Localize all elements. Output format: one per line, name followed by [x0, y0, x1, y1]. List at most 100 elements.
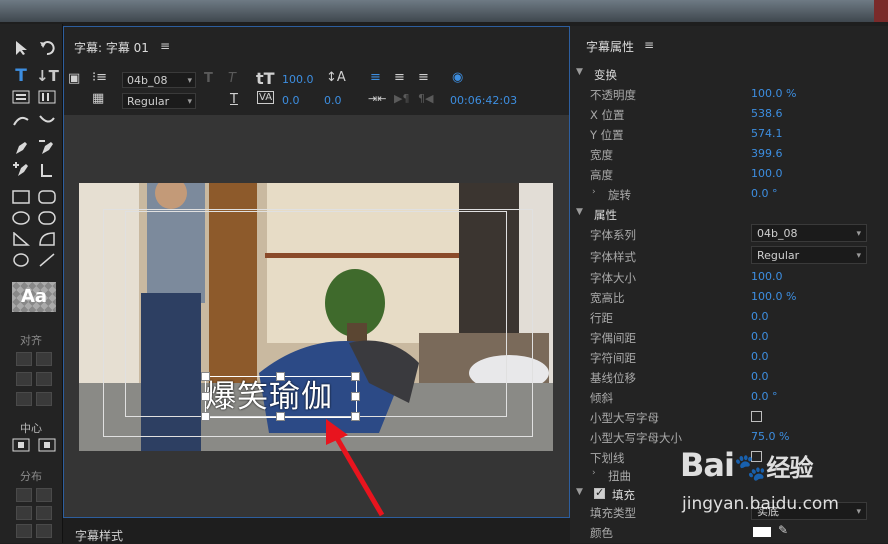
leading-value[interactable]: 0.0 [751, 310, 769, 323]
font-size-value[interactable]: 100.0 [282, 73, 314, 86]
align-center-h-button[interactable] [16, 372, 32, 386]
chevron-down-icon: ▾ [856, 251, 861, 261]
rotate-tool-icon[interactable] [36, 38, 58, 58]
vertical-path-type-tool-icon[interactable] [36, 110, 58, 130]
font-size-prop-value[interactable]: 100.0 [751, 270, 783, 283]
kerning-prop-value[interactable]: 0.0 [751, 330, 769, 343]
next-frame-icon[interactable]: ¶◀ [418, 92, 433, 105]
align-top-button[interactable] [36, 352, 52, 366]
width-value[interactable]: 399.6 [751, 147, 783, 160]
underline-icon[interactable]: T [230, 92, 238, 107]
tracking-prop-value[interactable]: 0.0 [751, 350, 769, 363]
opacity-row: 不透明度 100.0 % [570, 84, 888, 104]
slant-label: 倾斜 [590, 391, 613, 405]
aspect-value[interactable]: 100.0 % [751, 290, 796, 303]
distribute-right-button[interactable] [16, 524, 32, 538]
font-family-dropdown-value: 04b_08 [757, 227, 798, 240]
kerning-value[interactable]: 0.0 [324, 94, 342, 107]
align-center-v-button[interactable] [36, 372, 52, 386]
convert-anchor-tool-icon[interactable] [36, 160, 58, 180]
center-vertical-icon[interactable] [36, 436, 58, 456]
style-preview: Aa [12, 282, 56, 312]
panel-menu-icon[interactable]: ≡ [644, 38, 654, 52]
font-family-dropdown[interactable]: 04b_08 ▾ [751, 224, 867, 242]
pen-tool-icon[interactable] [10, 138, 32, 158]
rectangle-tool-icon[interactable] [10, 188, 32, 208]
distribute-label: 分布 [20, 470, 42, 483]
bold-icon[interactable]: T [204, 71, 213, 86]
wedge-tool-icon[interactable] [10, 230, 32, 250]
kerning-row: 字偶间距 0.0 [570, 327, 888, 347]
x-position-value[interactable]: 538.6 [751, 107, 783, 120]
distribute-middle-button[interactable] [36, 506, 52, 520]
selection-tool-icon[interactable] [10, 38, 32, 58]
font-style-select[interactable]: Regular ▾ [122, 93, 196, 109]
arc-tool-icon[interactable] [36, 230, 58, 250]
clipped-rectangle-tool-icon[interactable] [10, 209, 32, 229]
tracking-value[interactable]: 0.0 [282, 94, 300, 107]
rounded-corner-tool-icon[interactable] [36, 209, 58, 229]
baseline-value[interactable]: 0.0 [751, 370, 769, 383]
title-styles-label: 字幕样式 [75, 529, 124, 543]
height-row: 高度 100.0 [570, 164, 888, 184]
line-tool-icon[interactable] [36, 251, 58, 271]
align-right-text-icon[interactable]: ≡ [418, 70, 429, 85]
attributes-section[interactable]: ▼ 属性 [570, 204, 888, 224]
center-horizontal-icon[interactable] [10, 436, 32, 456]
roll-crawl-icon[interactable]: ▣ [68, 71, 80, 86]
align-right-button[interactable] [16, 392, 32, 406]
small-caps-size-value[interactable]: 75.0 % [751, 430, 789, 443]
area-type-tool-icon[interactable] [10, 88, 32, 108]
opacity-value[interactable]: 100.0 % [751, 87, 796, 100]
distribute-center-button[interactable] [16, 506, 32, 520]
aspect-row: 宽高比 100.0 % [570, 287, 888, 307]
fill-color-swatch[interactable] [753, 527, 771, 537]
slant-value[interactable]: 0.0 ° [751, 390, 778, 403]
font-family-value: 04b_08 [127, 74, 168, 87]
height-value[interactable]: 100.0 [751, 167, 783, 180]
title-styles-tab[interactable]: 字幕样式 [63, 520, 568, 543]
align-center-text-icon[interactable]: ≡ [394, 70, 405, 85]
font-style-row: 字体样式 Regular ▾ [570, 246, 888, 266]
type-tool-icon[interactable]: T [10, 66, 32, 86]
close-strip[interactable] [874, 0, 888, 22]
align-left-text-icon[interactable]: ≡ [370, 70, 381, 85]
ellipse-tool-icon[interactable] [10, 251, 32, 271]
vertical-type-tool-icon[interactable]: ↓T [36, 66, 59, 86]
template-icon[interactable]: ▦ [92, 91, 104, 106]
transform-section[interactable]: ▼ 变换 [570, 64, 888, 84]
chevron-down-icon: ▾ [187, 97, 192, 107]
fill-color-label: 颜色 [590, 526, 613, 540]
path-type-tool-icon[interactable] [10, 110, 32, 130]
show-background-icon[interactable]: ◉ [452, 70, 463, 85]
align-bottom-button[interactable] [36, 392, 52, 406]
align-left-button[interactable] [16, 352, 32, 366]
eyedropper-icon[interactable]: ✎ [778, 523, 788, 537]
font-style-dropdown[interactable]: Regular ▾ [751, 246, 867, 264]
title-toolbar: ▣ ⁝≡ ▦ 04b_08 ▾ Regular ▾ T T T tT 100.0… [64, 67, 569, 113]
rotation-value[interactable]: 0.0 ° [751, 187, 778, 200]
timecode[interactable]: 00:06:42:03 [450, 94, 517, 107]
italic-icon[interactable]: T [228, 71, 236, 86]
distribute-left-button[interactable] [16, 488, 32, 502]
tab-stops-button-icon[interactable]: ⇥⇤ [368, 92, 386, 105]
rotation-label: 旋转 [608, 188, 631, 202]
prev-frame-icon[interactable]: ▶¶ [394, 92, 409, 105]
distribute-top-button[interactable] [36, 488, 52, 502]
rotation-row[interactable]: › 旋转 0.0 ° [570, 184, 888, 204]
rounded-rectangle-tool-icon[interactable] [36, 188, 58, 208]
tab-stops-icon[interactable]: ⁝≡ [92, 70, 107, 85]
tracking-row: 字符间距 0.0 [570, 347, 888, 367]
title-panel-title: 字幕: 字幕 01 [74, 41, 149, 55]
chevron-down-icon: ▾ [187, 76, 192, 86]
panel-menu-icon[interactable]: ≡ [160, 39, 170, 53]
vertical-area-type-tool-icon[interactable] [36, 88, 58, 108]
fill-checkbox[interactable] [594, 486, 605, 499]
add-anchor-tool-icon[interactable] [10, 160, 32, 180]
y-position-value[interactable]: 574.1 [751, 127, 783, 140]
window-titlebar [0, 0, 888, 22]
delete-anchor-tool-icon[interactable] [36, 138, 58, 158]
small-caps-checkbox[interactable] [751, 411, 762, 422]
distribute-bottom-button[interactable] [36, 524, 52, 538]
font-family-select[interactable]: 04b_08 ▾ [122, 72, 196, 88]
